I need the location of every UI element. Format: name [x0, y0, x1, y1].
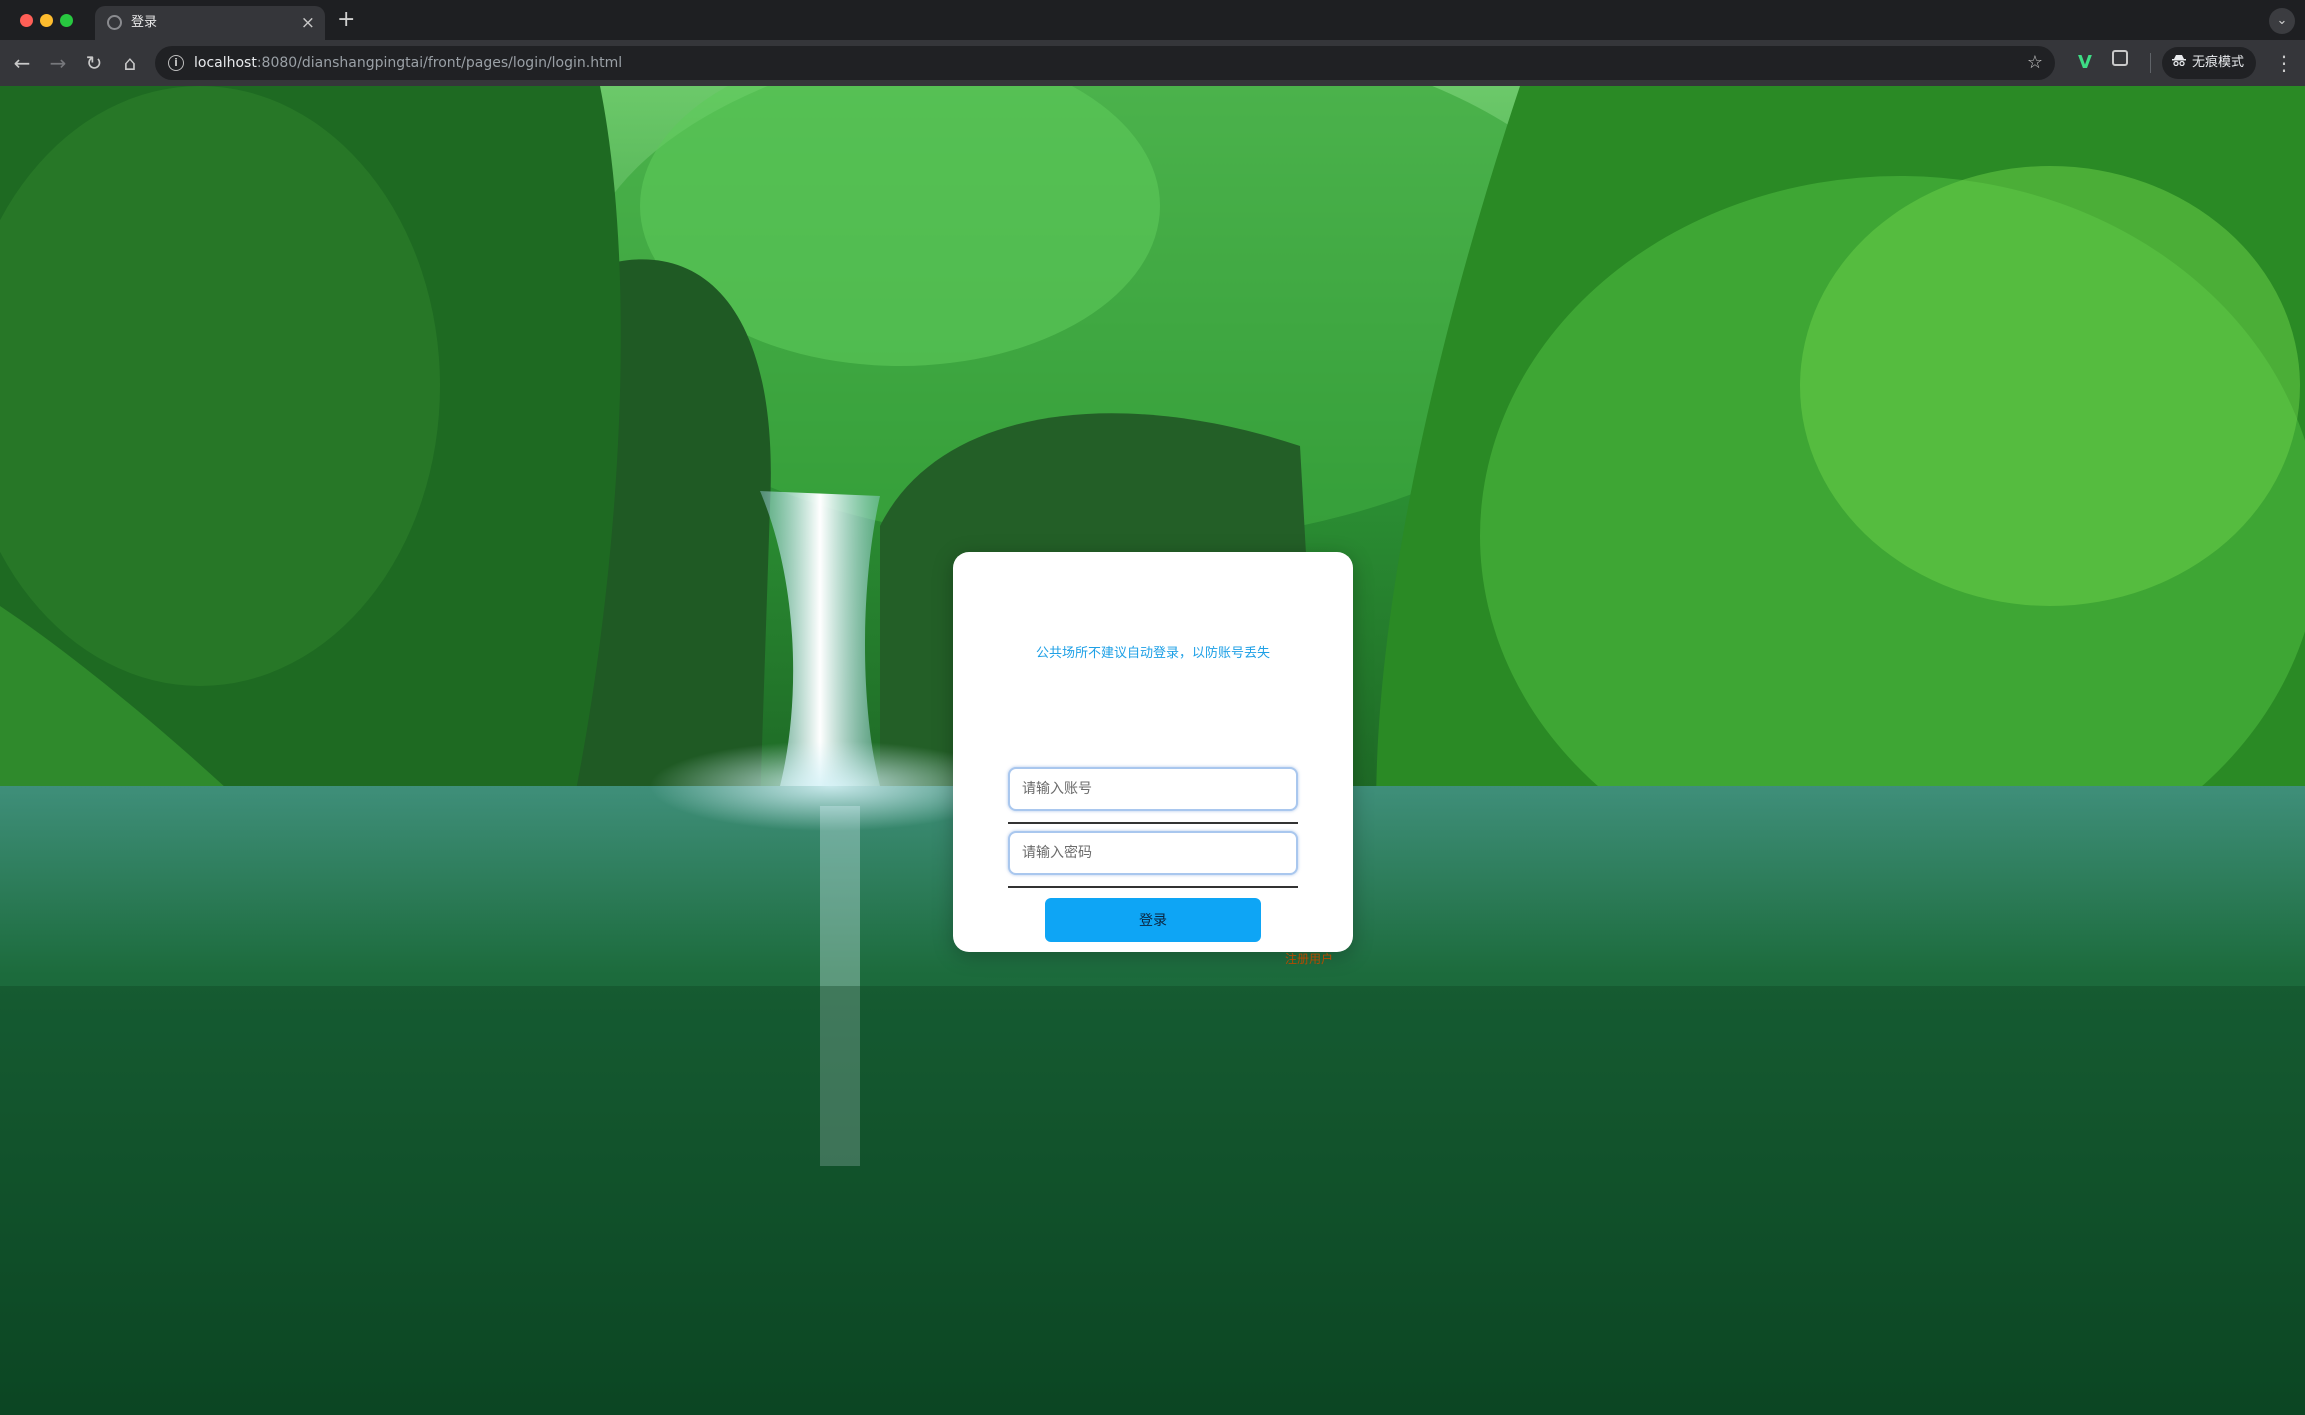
login-panel: 公共场所不建议自动登录，以防账号丢失 登录 注册用户 [953, 552, 1353, 966]
browser-tab-bar: 登录 × + ⌄ [0, 0, 2305, 40]
tab-search-button[interactable]: ⌄ [2269, 8, 2295, 34]
incognito-indicator[interactable]: 无痕模式 [2162, 47, 2257, 79]
close-window-button[interactable] [20, 14, 33, 27]
maximize-window-button[interactable] [60, 14, 73, 27]
tab-title: 登录 [131, 15, 158, 30]
password-underline [1008, 886, 1298, 888]
browser-toolbar: ← → ↻ ⌂ i localhost:8080/dianshangpingta… [0, 40, 2305, 86]
vue-devtools-icon[interactable]: V [2078, 51, 2092, 75]
page-viewport: 公共场所不建议自动登录，以防账号丢失 登录 注册用户 [0, 86, 2305, 1415]
incognito-label: 无痕模式 [2192, 55, 2245, 70]
home-button[interactable]: ⌂ [116, 49, 144, 77]
url-host: localhost [194, 55, 257, 71]
new-tab-button[interactable]: + [337, 7, 355, 33]
security-notice: 公共场所不建议自动登录，以防账号丢失 [1035, 646, 1270, 661]
url-text[interactable]: localhost:8080/dianshangpingtai/front/pa… [194, 52, 622, 74]
incognito-icon [2172, 55, 2186, 66]
forward-button[interactable]: → [44, 49, 72, 77]
kebab-menu-icon[interactable]: ⋮ [2274, 49, 2294, 77]
reload-button[interactable]: ↻ [80, 49, 108, 77]
register-link[interactable]: 注册用户 [1285, 950, 1333, 967]
browser-tab[interactable]: 登录 × [95, 6, 325, 40]
minimize-window-button[interactable] [40, 14, 53, 27]
url-path: :8080/dianshangpingtai/front/pages/login… [256, 55, 623, 71]
account-input[interactable] [1008, 767, 1298, 811]
toolbar-divider [2150, 53, 2151, 73]
globe-icon [107, 15, 122, 30]
back-button[interactable]: ← [8, 49, 36, 77]
star-icon[interactable]: ☆ [2027, 51, 2043, 75]
login-button[interactable]: 登录 [1045, 898, 1261, 942]
address-bar[interactable]: i localhost:8080/dianshangpingtai/front/… [155, 46, 2055, 80]
password-input[interactable] [1008, 831, 1298, 875]
puzzle-icon[interactable] [2112, 50, 2128, 66]
close-tab-icon[interactable]: × [301, 12, 315, 34]
info-icon[interactable]: i [168, 55, 184, 71]
account-underline [1008, 822, 1298, 824]
